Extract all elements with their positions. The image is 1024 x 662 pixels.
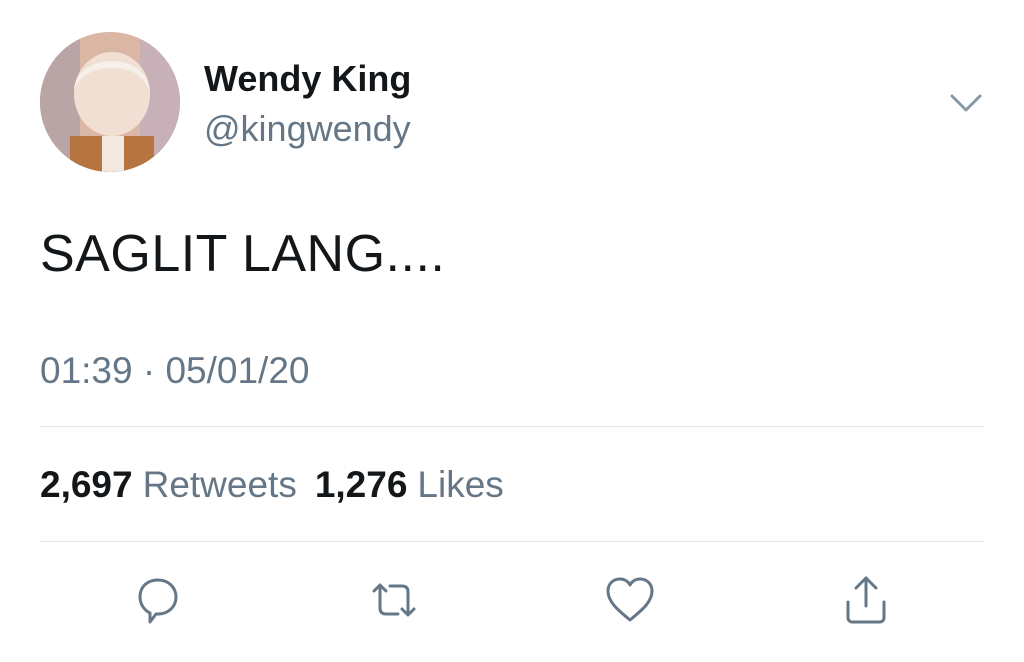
- share-button[interactable]: [838, 572, 894, 628]
- tweet-text: SAGLIT LANG....: [40, 225, 446, 283]
- retweet-icon: [372, 583, 416, 617]
- retweets-count[interactable]: 2,697: [40, 464, 133, 506]
- divider: [40, 541, 984, 542]
- like-button[interactable]: [602, 572, 658, 628]
- likes-label[interactable]: Likes: [417, 464, 503, 506]
- avatar[interactable]: [40, 32, 180, 172]
- heart-icon: [606, 577, 654, 622]
- share-icon: [846, 576, 886, 624]
- likes-count[interactable]: 1,276: [315, 464, 408, 506]
- reply-button[interactable]: [130, 572, 186, 628]
- reply-icon: [138, 578, 178, 624]
- user-handle[interactable]: @kingwendy: [204, 108, 411, 150]
- retweet-button[interactable]: [366, 572, 422, 628]
- tweet-timestamp[interactable]: 01:39 · 05/01/20: [40, 350, 310, 392]
- action-bar: [0, 572, 1024, 632]
- avatar-image: [40, 32, 180, 172]
- divider: [40, 426, 984, 427]
- display-name[interactable]: Wendy King: [204, 58, 411, 100]
- chevron-down-icon[interactable]: [946, 88, 986, 118]
- tweet-stats: 2,697 Retweets 1,276 Likes: [40, 464, 512, 506]
- retweets-label[interactable]: Retweets: [143, 464, 297, 506]
